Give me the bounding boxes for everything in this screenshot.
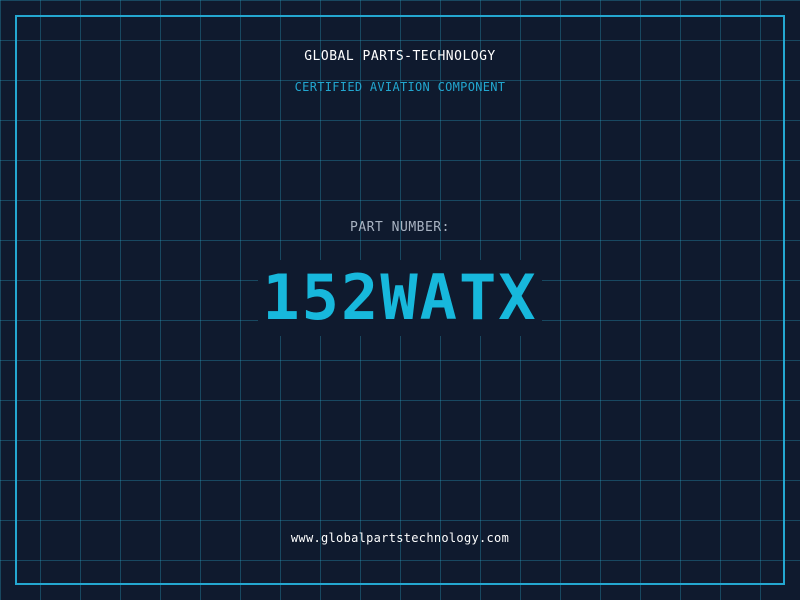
company-name: GLOBAL PARTS-TECHNOLOGY xyxy=(304,49,496,64)
part-number-label: PART NUMBER: xyxy=(350,220,450,235)
website-url: www.globalpartstechnology.com xyxy=(290,531,510,545)
part-number-container: 152WATX xyxy=(0,260,800,336)
part-number-value: 152WATX xyxy=(258,260,542,336)
certification-tagline: CERTIFIED AVIATION COMPONENT xyxy=(294,80,506,94)
